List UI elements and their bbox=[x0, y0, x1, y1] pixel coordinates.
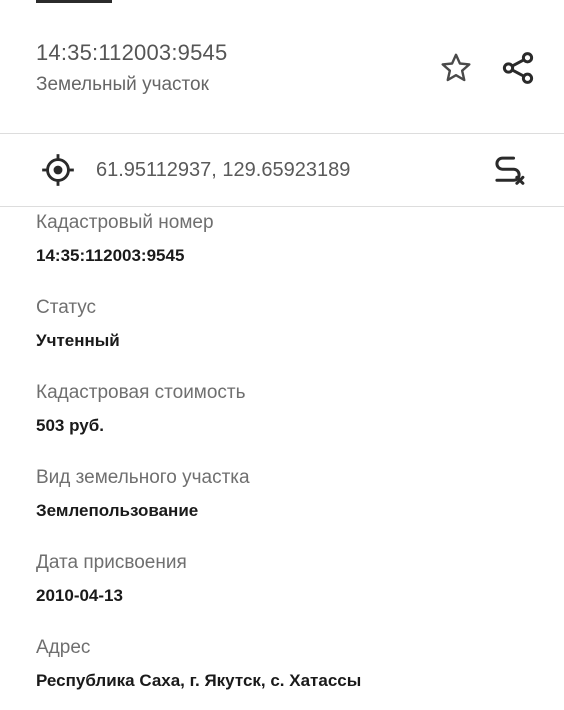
share-button[interactable] bbox=[498, 48, 538, 88]
field-value: 14:35:112003:9545 bbox=[36, 246, 185, 265]
object-type: Земельный участок bbox=[36, 74, 209, 95]
star-icon bbox=[441, 53, 471, 82]
coordinates-text[interactable]: 61.95112937, 129.65923189 bbox=[96, 159, 350, 182]
field-label: Вид земельного участка bbox=[36, 467, 250, 488]
field-label: Кадастровый номер bbox=[36, 212, 214, 233]
coordinates-divider bbox=[0, 206, 564, 207]
field-value: 503 руб. bbox=[36, 416, 104, 435]
field-value: Учтенный bbox=[36, 331, 120, 350]
field-label: Статус bbox=[36, 297, 97, 318]
field-cadastral-cost: Кадастровая стоимость 503 руб. bbox=[36, 382, 536, 436]
favorite-button[interactable] bbox=[436, 48, 476, 88]
field-value: Республика Саха, г. Якутск, с. Хатассы bbox=[36, 671, 362, 690]
route-button[interactable] bbox=[488, 150, 528, 190]
object-header: 14:35:112003:9545 Земельный участок bbox=[0, 0, 564, 133]
field-label: Кадастровая стоимость bbox=[36, 382, 246, 403]
field-cadastral-number: Кадастровый номер 14:35:112003:9545 bbox=[36, 212, 536, 266]
field-land-type: Вид земельного участка Землепользование bbox=[36, 467, 536, 521]
coordinates-row: 61.95112937, 129.65923189 bbox=[0, 134, 564, 206]
field-value: 2010-04-13 bbox=[36, 586, 123, 605]
route-clear-icon bbox=[495, 156, 525, 185]
field-assignment-date: Дата присвоения 2010-04-13 bbox=[36, 552, 536, 606]
object-title: 14:35:112003:9545 bbox=[36, 40, 228, 65]
field-label: Дата присвоения bbox=[36, 552, 187, 573]
field-value: Землепользование bbox=[36, 501, 199, 520]
locate-button[interactable] bbox=[38, 150, 78, 190]
field-status: Статус Учтенный bbox=[36, 297, 536, 351]
field-address: Адрес Республика Саха, г. Якутск, с. Хат… bbox=[36, 637, 536, 691]
gps-target-icon bbox=[42, 154, 74, 186]
share-icon bbox=[502, 52, 534, 84]
field-label: Адрес bbox=[36, 637, 91, 658]
